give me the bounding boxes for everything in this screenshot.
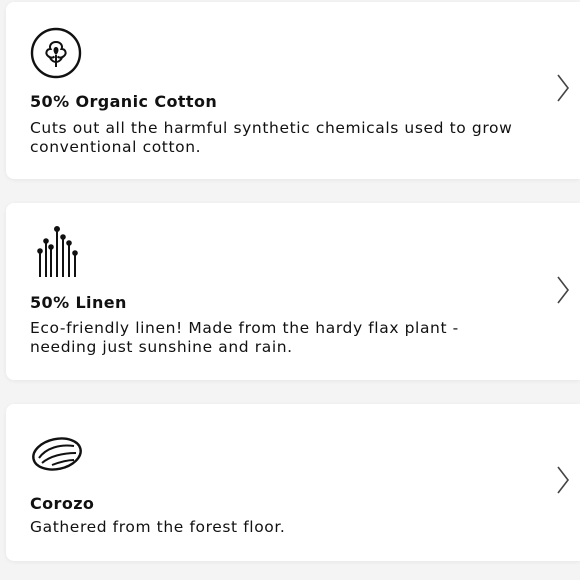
- material-description: Eco-friendly linen! Made from the hardy …: [30, 319, 459, 356]
- materials-list: 50% Organic Cotton Cuts out all the harm…: [0, 0, 580, 580]
- material-title: Corozo: [30, 494, 95, 513]
- flax-icon: [37, 226, 78, 277]
- material-description: Gathered from the forest floor.: [30, 518, 286, 536]
- material-description: Cuts out all the harmful synthetic chemi…: [30, 119, 513, 156]
- chevron-right-icon[interactable]: [556, 73, 570, 103]
- material-title: 50% Organic Cotton: [30, 92, 218, 111]
- material-title: 50% Linen: [30, 293, 127, 312]
- cotton-icon: [30, 27, 82, 79]
- chevron-right-icon[interactable]: [556, 275, 570, 305]
- material-card-linen[interactable]: 50% Linen Eco-friendly linen! Made from …: [6, 203, 580, 380]
- material-card-corozo[interactable]: Corozo Gathered from the forest floor.: [6, 404, 580, 561]
- chevron-right-icon[interactable]: [556, 465, 570, 495]
- corozo-nut-icon: [32, 437, 82, 471]
- material-card-organic-cotton[interactable]: 50% Organic Cotton Cuts out all the harm…: [6, 2, 580, 179]
